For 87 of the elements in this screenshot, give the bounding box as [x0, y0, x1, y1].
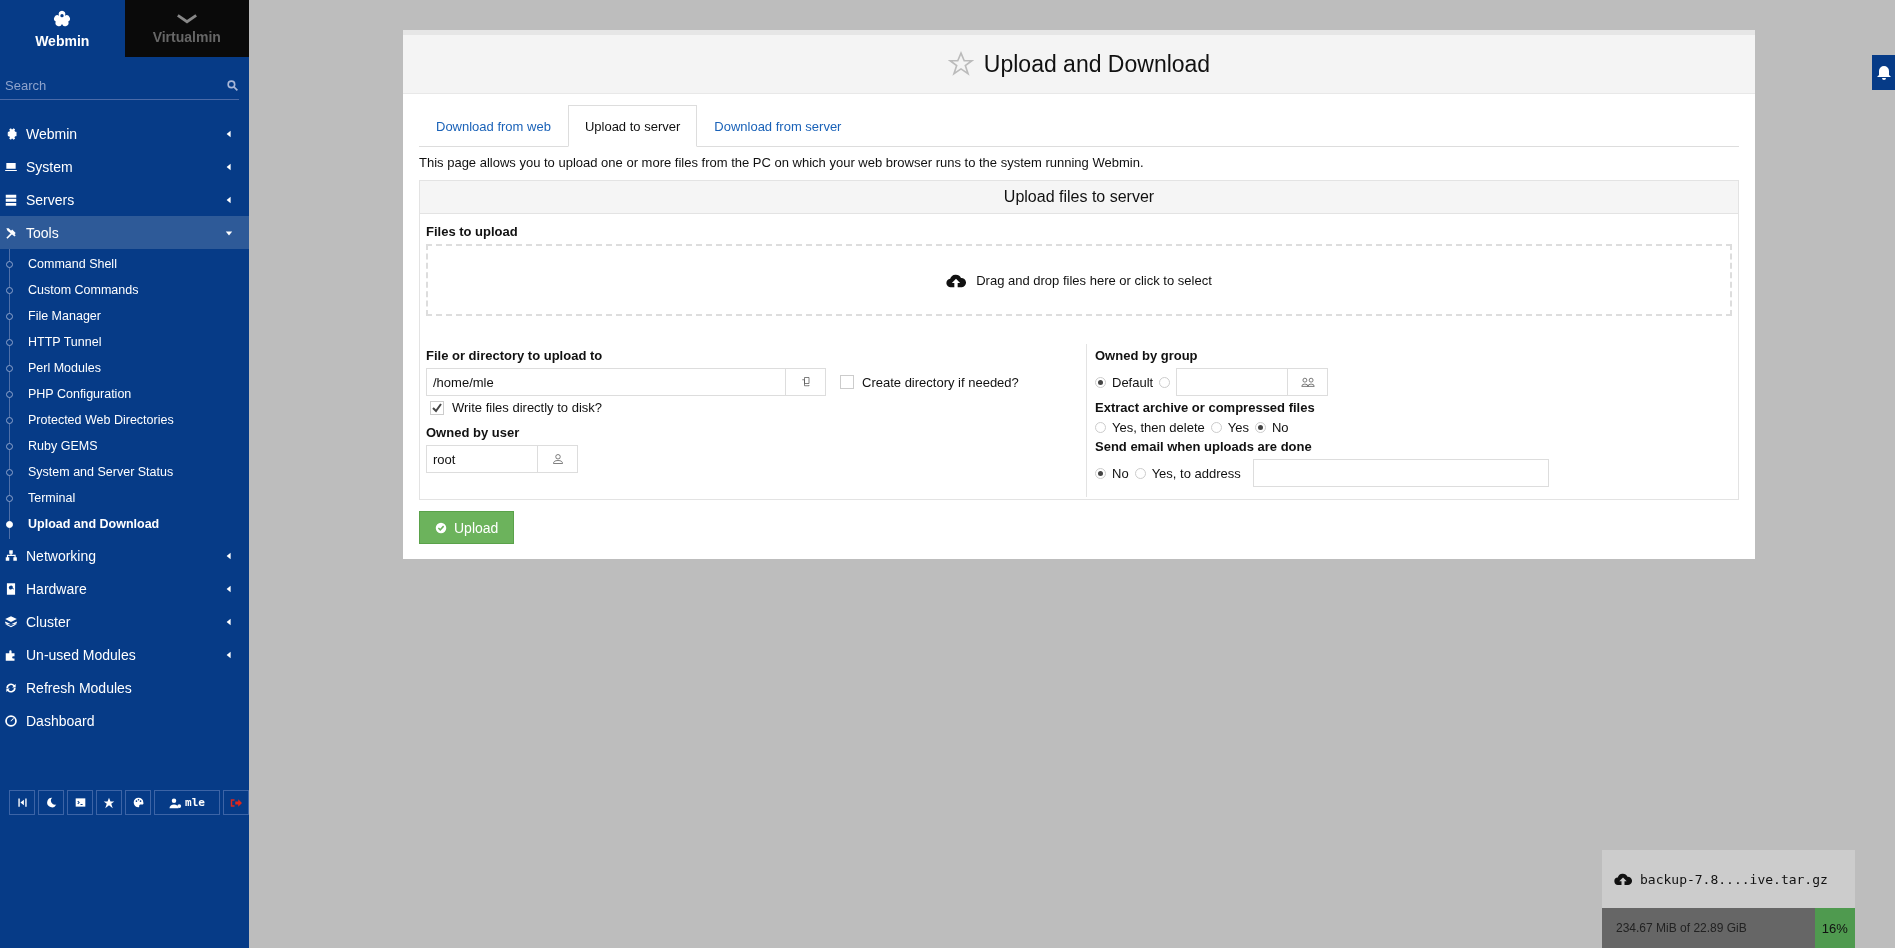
user-gear-icon	[169, 796, 183, 809]
menu-category[interactable]: System	[0, 150, 249, 183]
user-button[interactable]: mle	[154, 790, 220, 815]
menu-category[interactable]: Tools	[0, 216, 249, 249]
drop-zone[interactable]: Drag and drop files here or click to select	[426, 244, 1732, 316]
progress-fill: 16%	[1814, 908, 1855, 948]
favorites-button[interactable]	[96, 790, 122, 815]
radio-option[interactable]: Yes	[1210, 420, 1249, 435]
radio-option[interactable]: Yes, then delete	[1095, 420, 1205, 435]
caret-icon	[225, 650, 233, 659]
file-name: backup-7.8....ive.tar.gz	[1640, 871, 1828, 887]
field-label: Extract archive or compressed files	[1095, 400, 1316, 415]
category-icon	[4, 225, 18, 240]
menu-category[interactable]: Hardware	[0, 572, 249, 605]
users-icon	[1300, 376, 1315, 388]
drop-zone-text: Drag and drop files here or click to select	[976, 272, 1212, 288]
terminal-icon	[74, 797, 86, 808]
user-chooser-button[interactable]	[538, 445, 578, 473]
cloud-upload-icon	[1614, 872, 1632, 886]
caret-icon	[225, 228, 233, 237]
menu-category[interactable]: Webmin	[0, 117, 249, 150]
copy-icon	[799, 376, 812, 388]
caret-icon	[225, 617, 233, 626]
field-label: Files to upload	[426, 224, 519, 239]
checkbox[interactable]	[430, 400, 444, 415]
page-title: Upload and Download	[983, 50, 1211, 78]
collapse-button[interactable]	[9, 790, 35, 815]
menu-category[interactable]: Servers	[0, 183, 249, 216]
radio-option[interactable]: Yes, to address	[1134, 465, 1241, 481]
file-chooser-button[interactable]	[786, 368, 826, 396]
category-icon	[4, 548, 18, 563]
caret-icon	[225, 162, 233, 171]
category-icon	[4, 614, 18, 629]
search-icon	[226, 78, 239, 92]
menu-category[interactable]: Refresh Modules	[0, 671, 249, 704]
palette-button[interactable]	[125, 790, 151, 815]
checkbox[interactable]	[840, 375, 854, 389]
tab[interactable]: Upload to server	[567, 105, 698, 147]
logout-icon	[230, 796, 242, 809]
night-mode-button[interactable]	[38, 790, 64, 815]
menu-category[interactable]: Cluster	[0, 605, 249, 638]
checkbox-option[interactable]: Write files directly to disk?	[430, 400, 1080, 415]
cloud-upload-icon	[946, 272, 967, 288]
field-label: Owned by group	[1095, 348, 1199, 363]
email-field[interactable]	[1252, 459, 1549, 487]
radio-option[interactable]: Default	[1095, 374, 1154, 390]
category-icon	[4, 581, 18, 596]
checkbox-option[interactable]: Create directory if needed?	[840, 374, 1019, 390]
user-field[interactable]: root	[426, 445, 538, 473]
caret-icon	[225, 584, 233, 593]
radio-option[interactable]: No	[1095, 465, 1129, 481]
category-icon	[4, 680, 18, 695]
logo-icon	[52, 8, 73, 29]
menu-category[interactable]: Dashboard	[0, 704, 249, 737]
star-icon[interactable]	[947, 51, 974, 77]
notifications-button[interactable]	[1872, 55, 1895, 90]
star-icon	[103, 796, 115, 809]
user-icon	[551, 453, 564, 465]
caret-icon	[225, 551, 233, 560]
bell-icon	[1876, 64, 1892, 81]
progress-size-text: 234.67 MiB of 22.89 GiB	[1616, 921, 1747, 935]
caret-icon	[225, 195, 233, 204]
terminal-button[interactable]	[67, 790, 93, 815]
collapse-icon	[16, 797, 28, 808]
chevron-down-icon	[175, 12, 198, 25]
group-field[interactable]	[1176, 368, 1289, 396]
field-label: Send email when uploads are done	[1095, 439, 1313, 454]
form-title: Upload files to server	[420, 181, 1738, 214]
group-chooser-button[interactable]	[1288, 368, 1329, 396]
description-text: This page allows you to upload one or more files from the PC on which your web browser runs to the system running Webmin.	[419, 155, 1145, 170]
category-icon	[4, 713, 18, 728]
path-field[interactable]: /home/mle	[426, 368, 786, 396]
logout-button[interactable]	[223, 790, 249, 815]
radio-option[interactable]: No	[1255, 420, 1289, 435]
field-label: Owned by user	[426, 425, 521, 440]
category-icon	[4, 647, 18, 662]
tab[interactable]: Download from server	[697, 105, 859, 147]
caret-icon	[225, 129, 233, 138]
menu-category[interactable]: Networking	[0, 539, 249, 572]
moon-icon	[45, 797, 57, 808]
search-field[interactable]: Search	[5, 77, 226, 93]
field-label: File or directory to upload to	[426, 348, 604, 363]
category-icon	[4, 192, 18, 207]
menu-category[interactable]: Un-used Modules	[0, 638, 249, 671]
check-circle-icon	[435, 521, 447, 534]
palette-icon	[132, 797, 144, 808]
tab[interactable]: Download from web	[419, 105, 568, 147]
